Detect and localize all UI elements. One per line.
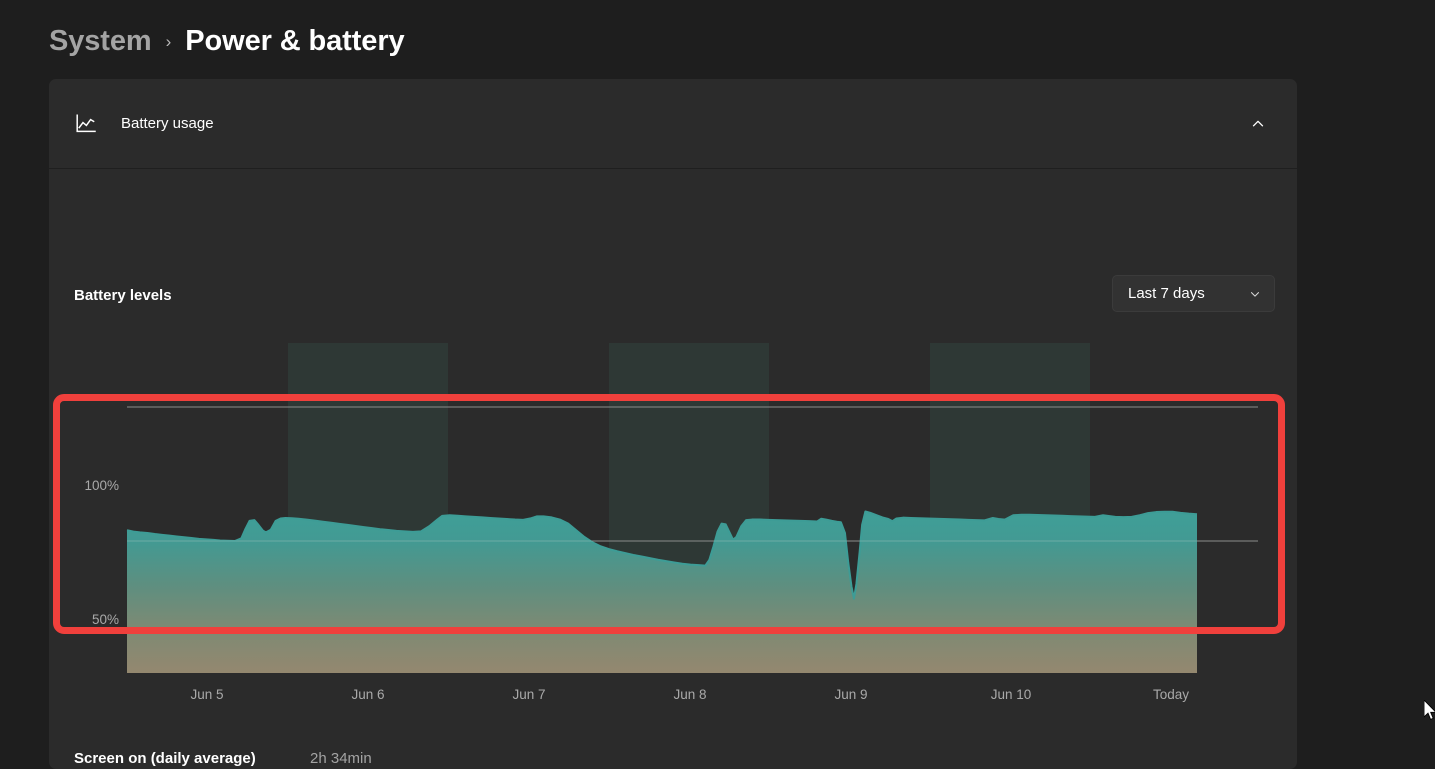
settings-page: System › Power & battery Battery usage B… xyxy=(0,0,1435,769)
mouse-cursor xyxy=(1423,698,1435,722)
battery-usage-title: Battery usage xyxy=(121,115,214,132)
stat-row: Screen on (daily average) 2h 34min xyxy=(74,742,574,769)
breadcrumb: System › Power & battery xyxy=(49,20,405,62)
battery-levels-chart: 100% 50% Jun 5 Jun 6 Jun 7 Jun 8 Jun 9 Jun 10… xyxy=(49,169,1297,729)
line-chart-icon xyxy=(74,112,98,136)
x-axis-label: Today xyxy=(1152,687,1190,702)
battery-usage-card-body: Battery levels Last 7 days 100% 50% Jun … xyxy=(49,169,1297,768)
stat-key: Screen on (daily average) xyxy=(74,749,256,767)
page-title: Power & battery xyxy=(185,24,405,57)
battery-usage-card-header[interactable]: Battery usage xyxy=(49,79,1297,169)
chevron-up-icon[interactable] xyxy=(1245,111,1271,137)
breadcrumb-separator-icon: › xyxy=(165,32,172,51)
battery-levels-chart-svg xyxy=(126,343,1258,673)
x-axis-label: Jun 7 xyxy=(512,687,546,702)
x-axis-label: Jun 10 xyxy=(990,687,1032,702)
battery-stats-list: Screen on (daily average) 2h 34min Scree… xyxy=(74,742,574,769)
battery-usage-card: Battery usage Battery levels Last 7 days xyxy=(49,79,1297,769)
x-axis-label: Jun 5 xyxy=(190,687,224,702)
x-axis-label: Jun 9 xyxy=(834,687,868,702)
breadcrumb-parent-system[interactable]: System xyxy=(49,25,152,58)
x-axis-label: Jun 8 xyxy=(673,687,707,702)
y-axis-label-50: 50% xyxy=(91,612,119,627)
y-axis-label-100: 100% xyxy=(84,478,119,493)
x-axis-label: Jun 6 xyxy=(351,687,385,702)
stat-value: 2h 34min xyxy=(310,749,372,767)
